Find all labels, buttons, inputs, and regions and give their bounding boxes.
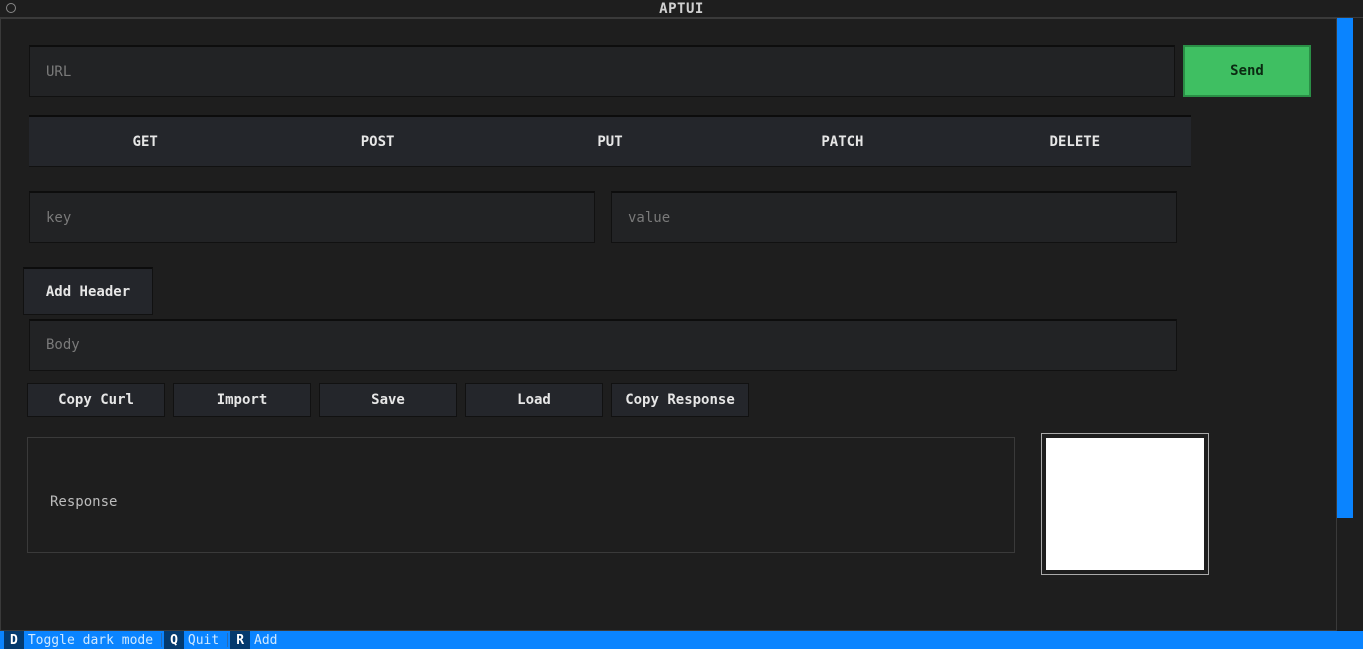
method-tab-get[interactable]: GET (29, 117, 261, 166)
body-input[interactable] (29, 319, 1177, 371)
app-frame: Send GET POST PUT PATCH DELETE Add Heade… (0, 18, 1337, 631)
footer-separator (227, 633, 228, 647)
method-tab-delete[interactable]: DELETE (959, 117, 1191, 166)
response-area: Response (27, 433, 1183, 573)
copy-response-button[interactable]: Copy Response (611, 383, 749, 417)
footer-key-d[interactable]: D (4, 631, 24, 649)
content-area: Send GET POST PUT PATCH DELETE Add Heade… (1, 19, 1336, 630)
response-box: Response (27, 437, 1015, 553)
footer-label-quit: Quit (188, 633, 219, 648)
load-button[interactable]: Load (465, 383, 603, 417)
preview-panel-inner (1046, 438, 1204, 570)
header-value-input[interactable] (611, 191, 1177, 243)
method-tab-patch[interactable]: PATCH (726, 117, 958, 166)
method-tab-post[interactable]: POST (261, 117, 493, 166)
add-header-button[interactable]: Add Header (23, 267, 153, 315)
save-button[interactable]: Save (319, 383, 457, 417)
http-method-tabs: GET POST PUT PATCH DELETE (29, 115, 1191, 167)
footer-key-r[interactable]: R (230, 631, 250, 649)
window-title: APTUI (0, 1, 1363, 17)
scrollbar-right[interactable] (1337, 18, 1353, 518)
method-tab-put[interactable]: PUT (494, 117, 726, 166)
footer-separator (161, 633, 162, 647)
action-row: Copy Curl Import Save Load Copy Response (27, 383, 1336, 417)
app-window: APTUI Send GET POST PUT PATCH DELETE Add… (0, 0, 1363, 649)
footer-label-add: Add (254, 633, 277, 648)
footer-key-q[interactable]: Q (164, 631, 184, 649)
copy-curl-button[interactable]: Copy Curl (27, 383, 165, 417)
footer-label-toggle-dark-mode: Toggle dark mode (28, 633, 153, 648)
response-label: Response (50, 494, 117, 510)
header-key-input[interactable] (29, 191, 595, 243)
import-button[interactable]: Import (173, 383, 311, 417)
preview-panel (1041, 433, 1209, 575)
url-input[interactable] (29, 45, 1175, 97)
footer-bar: D Toggle dark mode Q Quit R Add (0, 631, 1363, 649)
url-row: Send (29, 45, 1311, 97)
send-button[interactable]: Send (1183, 45, 1311, 97)
titlebar: APTUI (0, 0, 1363, 18)
header-kv-row (29, 191, 1177, 243)
